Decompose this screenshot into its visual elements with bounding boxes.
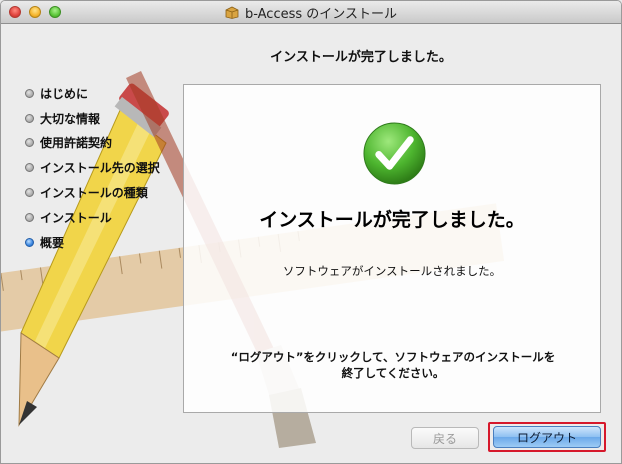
step-label: インストール — [40, 210, 112, 225]
step-bullet-icon — [25, 113, 34, 123]
checkmark-success-icon — [363, 122, 426, 185]
step-license: 使用許諾契約 — [25, 131, 160, 156]
title-bar: b-Access のインストール — [1, 1, 621, 24]
step-label: 使用許諾契約 — [40, 136, 113, 151]
panel-subtitle: ソフトウェアがインストールされました。 — [282, 264, 502, 278]
step-label: はじめに — [40, 86, 89, 101]
step-important-info: 大切な情報 — [25, 106, 160, 131]
installer-steps-list: はじめに 大切な情報 使用許諾契約 インストール先の選択 インストールの種類 イ… — [25, 81, 160, 255]
instruction-line-2: 終了してください。 — [341, 366, 445, 380]
step-bullet-active-icon — [25, 237, 34, 247]
step-label: インストールの種類 — [40, 186, 148, 201]
step-bullet-icon — [25, 138, 34, 148]
logout-button[interactable]: ログアウト — [493, 426, 601, 448]
back-button[interactable]: 戻る — [411, 427, 479, 449]
package-icon — [225, 6, 239, 19]
step-label: インストール先の選択 — [40, 161, 160, 176]
page-heading: インストールが完了しました。 — [270, 50, 452, 65]
step-label: 大切な情報 — [40, 111, 101, 126]
window-title-group: b-Access のインストール — [1, 1, 621, 23]
step-label: 概要 — [40, 235, 65, 250]
panel-title: インストールが完了しました。 — [259, 209, 525, 231]
step-bullet-icon — [25, 188, 34, 198]
window-title: b-Access のインストール — [244, 6, 398, 22]
instruction-line-1: “ログアウト”をクリックして、ソフトウェアのインストールを — [230, 350, 556, 364]
step-introduction: はじめに — [25, 81, 160, 106]
step-summary: 概要 — [25, 230, 160, 255]
summary-panel: インストールが完了しました。 ソフトウェアがインストールされました。 “ログアウ… — [183, 84, 601, 413]
step-bullet-icon — [25, 163, 34, 173]
step-bullet-icon — [25, 88, 34, 98]
step-installation-type: インストールの種類 — [25, 180, 160, 205]
installer-window: b-Access のインストール インストールが完了しました。 はじめに 大切な… — [0, 0, 622, 464]
step-bullet-icon — [25, 212, 34, 222]
panel-instruction: “ログアウト”をクリックして、ソフトウェアのインストールを 終了してください。 — [204, 349, 582, 381]
step-destination: インストール先の選択 — [25, 155, 160, 180]
step-installation: インストール — [25, 205, 160, 230]
